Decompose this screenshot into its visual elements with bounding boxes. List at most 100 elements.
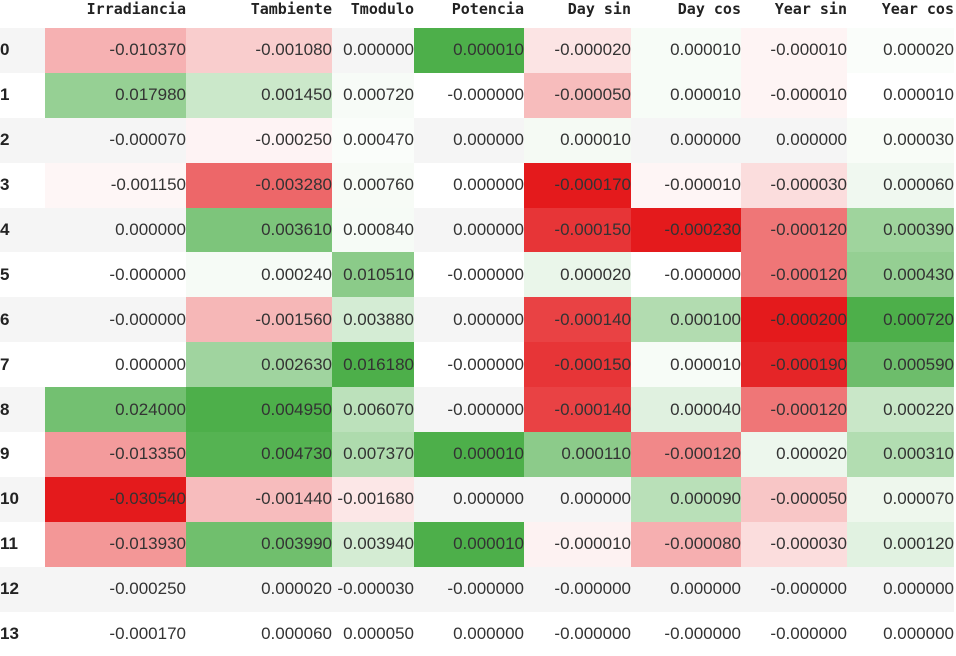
cell-potencia: 0.000000 xyxy=(453,489,524,509)
cell-potencia: -0.000000 xyxy=(447,354,524,374)
cell-tmodulo: 0.003880 xyxy=(332,297,414,343)
cell-tambiente: -0.001080 xyxy=(186,28,332,73)
cell-tmodulo: 0.016180 xyxy=(332,342,414,388)
cell-day-cos: 0.000010 xyxy=(631,72,741,118)
cell-day-sin: 0.000110 xyxy=(524,432,631,477)
cell-year-sin: -0.000120 xyxy=(741,387,847,433)
cell-irradiancia: -0.013930 xyxy=(45,521,186,567)
row-index: 11 xyxy=(0,534,18,554)
cell-year-sin: 0.000000 xyxy=(776,130,847,150)
cell-year-sin: -0.000010 xyxy=(741,28,847,73)
cell-year-cos: 0.000590 xyxy=(847,342,954,388)
cell-day-sin: -0.000050 xyxy=(524,72,631,118)
cell-day-cos: -0.000080 xyxy=(631,521,741,567)
cell-potencia: 0.000000 xyxy=(453,624,524,644)
cell-day-cos: 0.000000 xyxy=(670,579,741,599)
cell-year-sin: -0.000000 xyxy=(770,579,847,599)
cell-year-sin: -0.000120 xyxy=(741,207,847,253)
cell-year-cos: 0.000060 xyxy=(847,162,954,208)
cell-potencia: 0.000000 xyxy=(453,220,524,239)
cell-day-sin: -0.000020 xyxy=(524,28,631,73)
row-index: 8 xyxy=(0,399,10,419)
cell-day-cos: 0.000090 xyxy=(631,476,741,522)
cell-tambiente: 0.003990 xyxy=(186,521,332,567)
cell-tmodulo: 0.003940 xyxy=(332,521,414,567)
cell-day-sin: -0.000170 xyxy=(524,162,631,208)
cell-irradiancia: 0.017980 xyxy=(45,72,186,118)
cell-day-cos: -0.000120 xyxy=(631,432,741,477)
cell-day-cos: -0.000000 xyxy=(664,624,741,644)
cell-potencia: 0.000000 xyxy=(453,130,524,150)
cell-potencia: -0.000000 xyxy=(447,264,524,284)
cell-tambiente: 0.000060 xyxy=(261,624,332,644)
cell-day-cos: 0.000010 xyxy=(631,28,741,73)
cell-day-sin: -0.000150 xyxy=(524,342,631,388)
cell-tmodulo: 0.000840 xyxy=(332,207,414,253)
cell-year-sin: -0.000050 xyxy=(741,476,847,522)
table-row: 12 -0.000250 0.000020 -0.000030 -0.000000 -0.… xyxy=(0,566,954,612)
cell-year-sin: -0.000030 xyxy=(741,162,847,208)
cell-day-sin: -0.000140 xyxy=(524,387,631,433)
table-row: 11 -0.013930 0.003990 0.003940 0.000010 -0.00… xyxy=(0,521,954,567)
cell-year-sin: 0.000020 xyxy=(741,432,847,477)
cell-tambiente: 0.004950 xyxy=(186,387,332,433)
cell-year-cos: 0.000000 xyxy=(883,624,954,644)
row-index: 13 xyxy=(0,624,19,644)
column-header-irradiancia: Irradiancia xyxy=(86,0,186,18)
table-row: 5 -0.000000 0.000240 0.010510 -0.000000 0.000… xyxy=(0,252,954,298)
cell-potencia: -0.000000 xyxy=(447,579,524,599)
row-index: 12 xyxy=(0,579,19,599)
cell-day-sin: 0.000020 xyxy=(524,252,631,298)
cell-day-cos: -0.000000 xyxy=(664,264,741,284)
cell-year-cos: 0.000220 xyxy=(847,387,954,433)
cell-tambiente: 0.000020 xyxy=(261,579,332,599)
table-body: 0 -0.010370 -0.001080 0.000000 0.000010 -0.00… xyxy=(0,28,954,656)
cell-tmodulo: 0.000470 xyxy=(332,117,414,163)
table-row: 13 -0.000170 0.000060 0.000050 0.000000 -0.00… xyxy=(0,611,954,656)
cell-year-cos: 0.000030 xyxy=(847,117,954,163)
row-index: 0 xyxy=(0,40,10,60)
row-index: 3 xyxy=(0,175,10,195)
cell-year-sin: -0.000120 xyxy=(741,252,847,298)
cell-tmodulo: 0.000720 xyxy=(332,72,414,118)
cell-irradiancia: 0.000000 xyxy=(115,220,186,239)
cell-year-cos: 0.000020 xyxy=(847,28,954,73)
cell-day-sin: -0.000000 xyxy=(554,579,631,599)
table-row: 9 -0.013350 0.004730 0.007370 0.000010 0.0001… xyxy=(0,432,954,477)
column-header-year-cos: Year cos xyxy=(881,0,954,18)
table-row: 7 0.000000 0.002630 0.016180 -0.000000 -0.000… xyxy=(0,342,954,388)
column-header-year-sin: Year sin xyxy=(774,0,847,18)
cell-year-cos: 0.000430 xyxy=(847,252,954,298)
cell-tmodulo: 0.006070 xyxy=(332,387,414,433)
cell-year-cos: 0.000390 xyxy=(847,207,954,253)
cell-tmodulo: 0.000050 xyxy=(343,624,414,644)
table-row: 4 0.000000 0.003610 0.000840 0.000000 -0.0001… xyxy=(0,207,954,253)
row-index: 2 xyxy=(0,130,10,150)
cell-tmodulo: -0.000030 xyxy=(337,579,414,599)
cell-irradiancia: -0.000170 xyxy=(109,624,186,644)
cell-tmodulo: -0.001680 xyxy=(332,476,414,522)
cell-irradiancia: -0.030540 xyxy=(45,476,186,522)
cell-tmodulo: 0.000000 xyxy=(343,40,414,60)
cell-year-cos: 0.000720 xyxy=(847,297,954,343)
cell-tambiente: 0.001450 xyxy=(186,72,332,118)
cell-year-sin: -0.000030 xyxy=(741,521,847,567)
cell-day-cos: 0.000040 xyxy=(631,387,741,433)
cell-year-cos: 0.000310 xyxy=(847,432,954,477)
cell-year-sin: -0.000200 xyxy=(741,297,847,343)
cell-year-sin: -0.000190 xyxy=(741,342,847,388)
cell-tambiente: -0.001560 xyxy=(186,297,332,343)
header-row: Irradiancia Tambiente Tmodulo Potencia Day s… xyxy=(0,0,954,28)
cell-irradiancia: -0.000000 xyxy=(109,309,186,329)
cell-day-sin: -0.000000 xyxy=(554,624,631,644)
table-row: 1 0.017980 0.001450 0.000720 -0.000000 -0.000… xyxy=(0,72,954,118)
table-row: 10 -0.030540 -0.001440 -0.001680 0.000000 0.0… xyxy=(0,476,954,522)
cell-day-sin: -0.000010 xyxy=(524,521,631,567)
row-index: 6 xyxy=(0,309,10,329)
cell-irradiancia: -0.010370 xyxy=(45,28,186,73)
column-header-potencia: Potencia xyxy=(451,0,524,18)
cell-potencia: 0.000000 xyxy=(453,175,524,195)
cell-day-sin: 0.000000 xyxy=(560,489,631,509)
dataframe-table: Irradiancia Tambiente Tmodulo Potencia Day s… xyxy=(0,0,954,656)
cell-year-sin: -0.000000 xyxy=(770,624,847,644)
